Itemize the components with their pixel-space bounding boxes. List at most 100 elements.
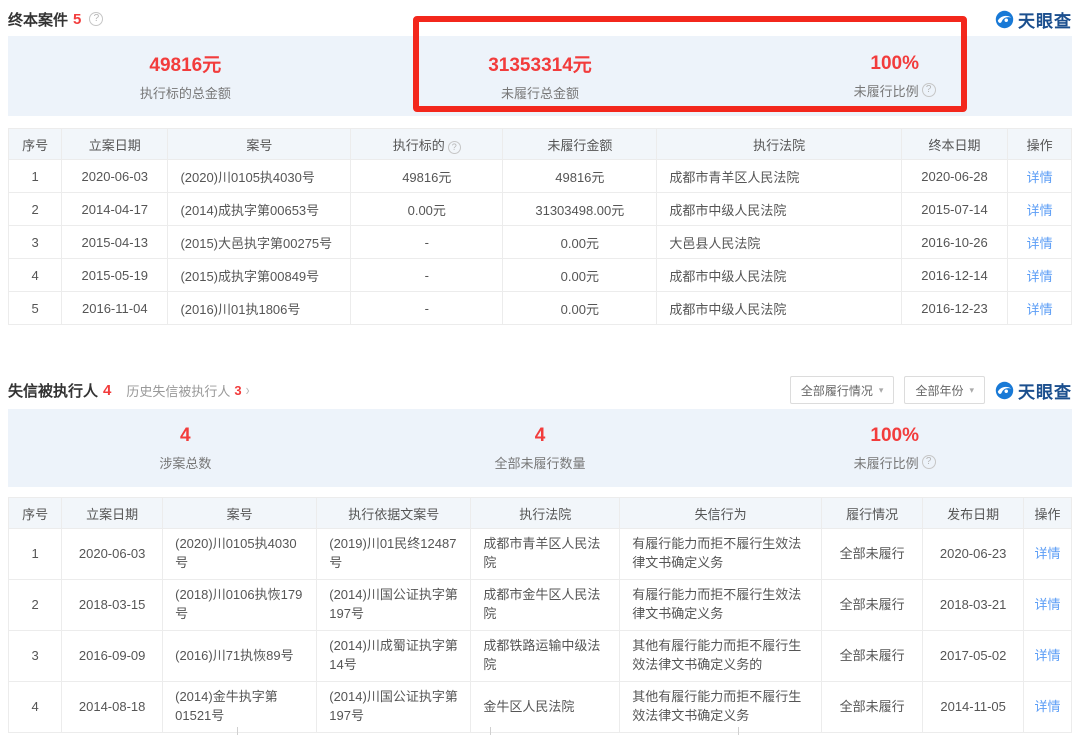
action-cell: 详情 bbox=[1008, 292, 1072, 325]
section-title-text: 终本案件 bbox=[8, 9, 68, 30]
help-icon[interactable]: ? bbox=[922, 83, 936, 97]
action-cell: 详情 bbox=[1024, 580, 1072, 631]
table-cell: 2 bbox=[9, 193, 62, 226]
dropdown-label: 全部年份 bbox=[915, 382, 963, 399]
dropdown-label: 全部履行情况 bbox=[801, 382, 873, 399]
column-header: 履行情况 bbox=[822, 498, 923, 529]
table-cell: 0.00元 bbox=[503, 259, 657, 292]
tianyancha-logo: 天眼查 bbox=[995, 378, 1072, 403]
detail-link[interactable]: 详情 bbox=[1035, 546, 1061, 561]
detail-link[interactable]: 详情 bbox=[1027, 302, 1053, 317]
history-shixin-link[interactable]: 历史失信被执行人 3 › bbox=[126, 381, 249, 400]
stat-label: 未履行比例 bbox=[854, 453, 919, 472]
table-cell: 2016-10-26 bbox=[901, 226, 1007, 259]
table-cell: 49816元 bbox=[503, 160, 657, 193]
detail-link[interactable]: 详情 bbox=[1027, 236, 1053, 251]
stat-value: 31353314元 bbox=[363, 50, 718, 77]
table-cell: 2020-06-03 bbox=[62, 160, 168, 193]
action-cell: 详情 bbox=[1008, 193, 1072, 226]
table-cell: - bbox=[351, 259, 503, 292]
column-header: 序号 bbox=[9, 498, 62, 529]
column-header: 执行法院 bbox=[471, 498, 620, 529]
table-cell: 2015-07-14 bbox=[901, 193, 1007, 226]
filter-fulfillment-dropdown[interactable]: 全部履行情况 ▾ bbox=[790, 376, 895, 404]
table-cell: 1 bbox=[9, 160, 62, 193]
table-cell: 其他有履行能力而拒不履行生效法律文书确定义务的 bbox=[620, 631, 822, 682]
column-divider-tick bbox=[490, 727, 491, 735]
table-cell: 成都市中级人民法院 bbox=[657, 193, 901, 226]
table-cell: (2014)成执字第00653号 bbox=[168, 193, 351, 226]
table-cell: 3 bbox=[9, 631, 62, 682]
table-cell: 49816元 bbox=[351, 160, 503, 193]
history-label: 历史失信被执行人 bbox=[126, 381, 230, 400]
table-cell: 1 bbox=[9, 529, 62, 580]
page: 终本案件 5 ? 天眼查 49816元 执行标的总金额 31353314元 未履… bbox=[0, 0, 1080, 737]
table-cell: 全部未履行 bbox=[822, 682, 923, 733]
help-icon[interactable]: ? bbox=[922, 455, 936, 469]
action-cell: 详情 bbox=[1008, 160, 1072, 193]
action-cell: 详情 bbox=[1024, 682, 1072, 733]
detail-link[interactable]: 详情 bbox=[1035, 699, 1061, 714]
table-cell: 31303498.00元 bbox=[503, 193, 657, 226]
stat-value: 100% bbox=[717, 425, 1072, 447]
table-cell: 成都市中级人民法院 bbox=[657, 259, 901, 292]
table-cell: 成都市金牛区人民法院 bbox=[471, 580, 620, 631]
shixin-table: 序号立案日期案号执行依据文案号执行法院失信行为履行情况发布日期操作12020-0… bbox=[8, 497, 1072, 733]
column-header: 操作 bbox=[1024, 498, 1072, 529]
stat-label: 未履行总金额 bbox=[501, 83, 579, 102]
filter-year-dropdown[interactable]: 全部年份 ▾ bbox=[904, 376, 985, 404]
column-header: 未履行金额 bbox=[503, 129, 657, 160]
table-header-row: 序号立案日期案号执行依据文案号执行法院失信行为履行情况发布日期操作 bbox=[9, 498, 1072, 529]
column-header: 执行标的? bbox=[351, 129, 503, 160]
table-cell: (2015)成执字第00849号 bbox=[168, 259, 351, 292]
table-cell: 2015-05-19 bbox=[62, 259, 168, 292]
tianyancha-logo-text: 天眼查 bbox=[1018, 378, 1072, 403]
stat-value: 4 bbox=[8, 425, 363, 447]
table-cell: 2016-11-04 bbox=[62, 292, 168, 325]
caret-down-icon: ▾ bbox=[879, 385, 884, 396]
help-icon[interactable]: ? bbox=[89, 12, 103, 26]
detail-link[interactable]: 详情 bbox=[1027, 203, 1053, 218]
detail-link[interactable]: 详情 bbox=[1035, 648, 1061, 663]
column-header: 操作 bbox=[1008, 129, 1072, 160]
table-cell: 2016-09-09 bbox=[62, 631, 163, 682]
tianyancha-logo: 天眼查 bbox=[995, 7, 1072, 32]
column-header: 执行依据文案号 bbox=[317, 498, 471, 529]
detail-link[interactable]: 详情 bbox=[1027, 170, 1053, 185]
table-cell: (2020)川0105执4030号 bbox=[168, 160, 351, 193]
column-header: 执行法院 bbox=[657, 129, 901, 160]
table-row: 32016-09-09(2016)川71执恢89号(2014)川成蜀证执字第14… bbox=[9, 631, 1072, 682]
table-row: 12020-06-03(2020)川0105执4030号49816元49816元… bbox=[9, 160, 1072, 193]
chevron-right-icon: › bbox=[246, 381, 250, 399]
zhongben-section-header: 终本案件 5 ? 天眼查 bbox=[0, 0, 1080, 30]
table-cell: (2016)川71执恢89号 bbox=[163, 631, 317, 682]
table-cell: - bbox=[351, 292, 503, 325]
detail-link[interactable]: 详情 bbox=[1035, 597, 1061, 612]
detail-link[interactable]: 详情 bbox=[1027, 269, 1053, 284]
table-cell: 2015-04-13 bbox=[62, 226, 168, 259]
table-cell: 其他有履行能力而拒不履行生效法律文书确定义务 bbox=[620, 682, 822, 733]
column-header: 终本日期 bbox=[901, 129, 1007, 160]
table-cell: 全部未履行 bbox=[822, 580, 923, 631]
column-header: 失信行为 bbox=[620, 498, 822, 529]
section-count-badge: 4 bbox=[103, 382, 111, 399]
table-cell: (2014)川国公证执字第197号 bbox=[317, 580, 471, 631]
table-cell: 2020-06-28 bbox=[901, 160, 1007, 193]
stat-label: 涉案总数 bbox=[159, 453, 211, 472]
zhongben-title: 终本案件 5 ? bbox=[8, 9, 103, 30]
shixin-title: 失信被执行人 4 历史失信被执行人 3 › bbox=[8, 380, 250, 401]
column-divider-tick bbox=[237, 727, 238, 735]
column-divider-tick bbox=[738, 727, 739, 735]
table-cell: - bbox=[351, 226, 503, 259]
help-icon[interactable]: ? bbox=[448, 141, 461, 154]
shixin-section-header: 失信被执行人 4 历史失信被执行人 3 › 全部履行情况 ▾ 全部年份 ▾ bbox=[0, 371, 1080, 401]
table-cell: 金牛区人民法院 bbox=[471, 682, 620, 733]
history-count-badge: 3 bbox=[234, 383, 241, 398]
table-cell: 有履行能力而拒不履行生效法律文书确定义务 bbox=[620, 580, 822, 631]
table-cell: 0.00元 bbox=[503, 226, 657, 259]
table-cell: 成都铁路运输中级法院 bbox=[471, 631, 620, 682]
table-cell: (2020)川0105执4030号 bbox=[163, 529, 317, 580]
column-header: 立案日期 bbox=[62, 129, 168, 160]
table-row: 42015-05-19(2015)成执字第00849号-0.00元成都市中级人民… bbox=[9, 259, 1072, 292]
section-title-text: 失信被执行人 bbox=[8, 380, 98, 401]
